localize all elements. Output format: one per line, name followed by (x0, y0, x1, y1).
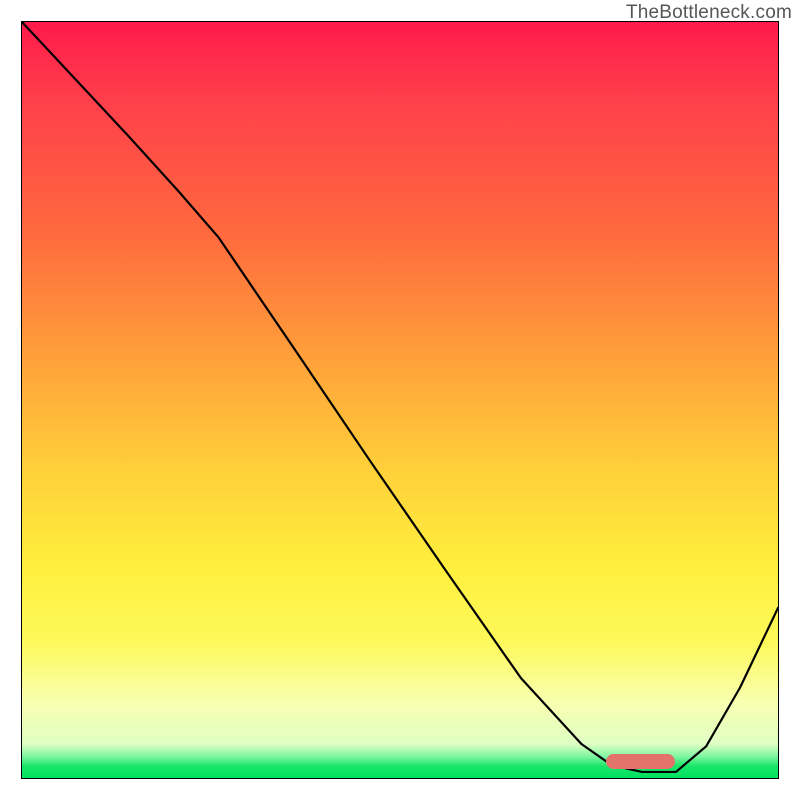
plot-area (21, 21, 779, 779)
optimum-marker (606, 754, 676, 769)
chart-frame: TheBottleneck.com (0, 0, 800, 800)
bottleneck-gradient (22, 22, 778, 778)
